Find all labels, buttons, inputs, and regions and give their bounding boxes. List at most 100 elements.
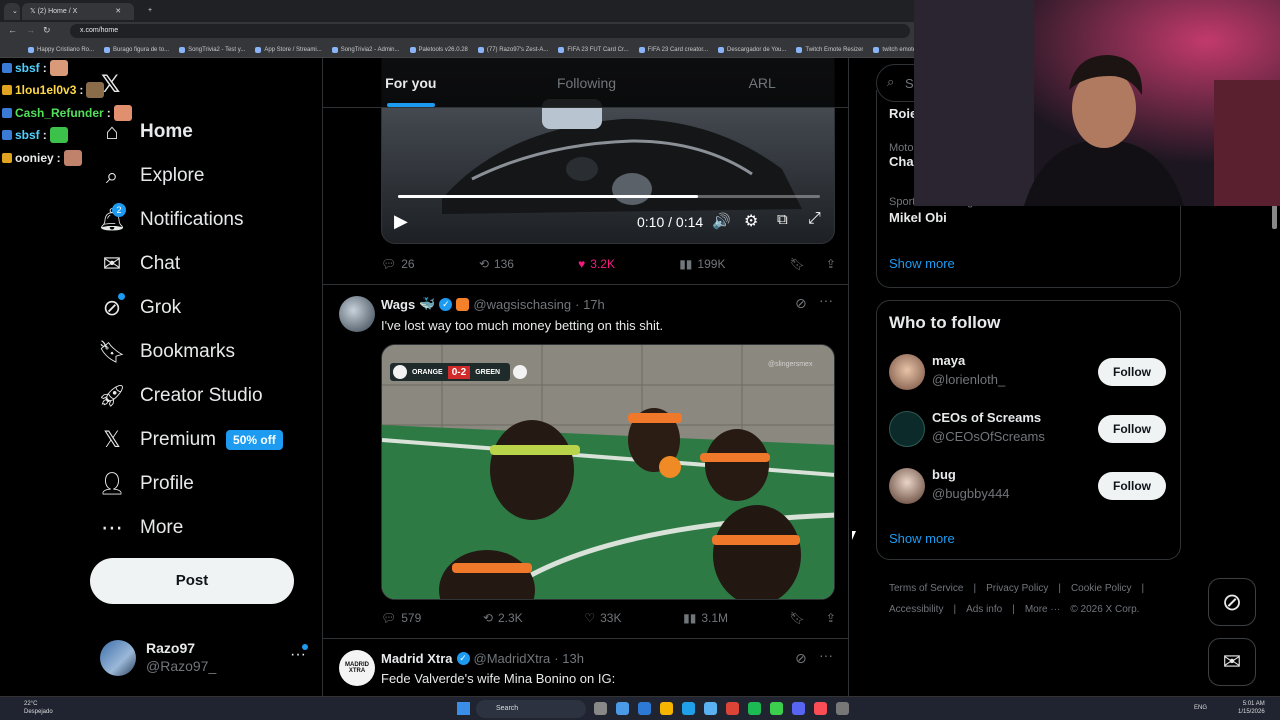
tab-arl[interactable]: ARL <box>674 58 848 107</box>
footer-link[interactable]: Accessibility <box>889 604 943 615</box>
play-icon[interactable]: ▶ <box>394 211 408 232</box>
footer-link[interactable]: Ads info <box>966 604 1002 615</box>
tray-lang[interactable]: ENG <box>1194 705 1207 711</box>
follow-button[interactable]: Follow <box>1098 472 1166 500</box>
sidebar-item-profile[interactable]: 👤︎ Profile <box>90 462 310 506</box>
mail-app-icon[interactable] <box>638 702 651 715</box>
author-handle[interactable]: @wagsischasing <box>473 297 571 312</box>
footer-link[interactable]: Terms of Service <box>889 583 963 594</box>
tweet-image[interactable]: ORANGE 0-2 GREEN @slingersmex <box>381 344 835 600</box>
avatar[interactable]: MADRID XTRA <box>339 650 375 686</box>
new-tab-button[interactable]: + <box>140 3 156 20</box>
sidebar-item-home[interactable]: ⌂ Home <box>90 110 310 154</box>
more-dots-icon[interactable]: ··· <box>819 292 833 308</box>
sidebar-item-notifications[interactable]: 🔔︎ 2 Notifications <box>90 198 310 242</box>
fullscreen-icon[interactable]: ⤢ <box>808 210 821 228</box>
tab-chevron[interactable]: ⌄ <box>4 3 20 20</box>
taskbar-search[interactable]: Search <box>476 700 586 718</box>
tab-for-you[interactable]: For you <box>323 58 499 107</box>
file-explorer-icon[interactable] <box>660 702 673 715</box>
video-progress-track[interactable] <box>398 195 820 198</box>
avatar[interactable] <box>339 296 375 332</box>
weather-widget[interactable]: 22°C Despejado <box>10 700 53 716</box>
scrollbar[interactable] <box>1272 205 1277 229</box>
author-name[interactable]: Madrid Xtra <box>381 651 453 666</box>
volume-icon[interactable]: 🔊 <box>712 212 731 230</box>
chrome-icon[interactable] <box>726 702 739 715</box>
obs-icon[interactable] <box>836 702 849 715</box>
like-button[interactable]: ♥ 3.2K <box>578 257 615 271</box>
bookmark-item[interactable]: FIFA 23 Card creator... <box>638 43 708 57</box>
sidebar-item-more[interactable]: ⋯ More <box>90 506 310 550</box>
windows-start-icon[interactable] <box>457 702 470 715</box>
follow-button[interactable]: Follow <box>1098 358 1166 386</box>
sidebar-item-explore[interactable]: ⌕ Explore <box>90 154 310 198</box>
messages-fab[interactable]: ✉ <box>1208 638 1256 686</box>
trend-item[interactable]: Moto Cha <box>889 142 914 169</box>
tweet-time[interactable]: · 17h <box>575 297 605 312</box>
spotify-icon[interactable] <box>748 702 761 715</box>
discord-icon[interactable] <box>792 702 805 715</box>
follow-button[interactable]: Follow <box>1098 415 1166 443</box>
footer-link[interactable]: Privacy Policy <box>986 583 1048 594</box>
task-view-icon[interactable] <box>594 702 607 715</box>
show-more-link[interactable]: Show more <box>889 256 955 271</box>
like-button[interactable]: ♡ 33K <box>584 611 621 625</box>
close-icon[interactable]: ✕ <box>115 8 121 15</box>
back-icon[interactable]: ← <box>8 25 17 35</box>
forward-icon[interactable]: → <box>26 25 35 35</box>
views-button[interactable]: ▮▮ 199K <box>679 257 725 271</box>
more-dots-icon[interactable]: ··· <box>819 647 833 663</box>
reload-icon[interactable]: ↻ <box>43 25 51 36</box>
bookmark-item[interactable]: Paletools v26.0.28 <box>409 43 468 57</box>
photos-icon[interactable] <box>704 702 717 715</box>
sidebar-item-bookmarks[interactable]: 🔖︎ Bookmarks <box>90 330 310 374</box>
grok-fab[interactable]: ⊘ <box>1208 578 1256 626</box>
trend-item[interactable]: Roie <box>889 106 917 121</box>
tray-clock[interactable]: 5:01 AM 1/15/2026 <box>1238 700 1265 716</box>
author-handle[interactable]: @MadridXtra <box>474 651 551 666</box>
views-button[interactable]: ▮▮ 3.1M <box>683 611 728 625</box>
footer-link[interactable]: Cookie Policy <box>1071 583 1132 594</box>
tweet-time[interactable]: · 13h <box>554 651 584 666</box>
bookmark-item[interactable]: Twitch Emote Resizer <box>796 43 863 57</box>
whatsapp-icon[interactable] <box>770 702 783 715</box>
bookmark-icon[interactable]: 🔖︎ <box>790 611 805 625</box>
footer-link[interactable]: More ··· <box>1025 604 1061 615</box>
bookmark-item[interactable]: FIFA 23 FUT Card Cr... <box>558 43 629 57</box>
account-switcher[interactable]: Razo97 @Razo97_ ··· <box>100 638 310 678</box>
post-button[interactable]: Post <box>90 558 294 604</box>
share-icon[interactable]: ⇪ <box>826 611 836 625</box>
store-icon[interactable] <box>682 702 695 715</box>
author-name[interactable]: Wags <box>381 297 415 312</box>
tab-following[interactable]: Following <box>499 58 675 107</box>
picture-in-picture-icon[interactable]: ⧉ <box>777 211 788 228</box>
tab-x-home[interactable]: 𝕏 (2) Home / X ✕ <box>22 3 134 20</box>
bookmark-item[interactable]: SongTrivia2 - Test y... <box>179 43 245 57</box>
repost-button[interactable]: ⟲ 136 <box>479 257 514 271</box>
show-more-link[interactable]: Show more <box>889 531 955 546</box>
sidebar-item-chat[interactable]: ✉ Chat <box>90 242 310 286</box>
bookmark-icon[interactable]: 🔖︎ <box>790 257 805 271</box>
sidebar-item-creator-studio[interactable]: 🚀︎ Creator Studio <box>90 374 310 418</box>
bookmark-item[interactable]: App Store / Streami... <box>255 43 322 57</box>
sidebar-item-premium[interactable]: 𝕏 Premium 50% off <box>90 418 310 462</box>
repost-button[interactable]: ⟲ 2.3K <box>483 611 523 625</box>
share-icon[interactable]: ⇪ <box>826 257 836 271</box>
music-icon[interactable] <box>814 702 827 715</box>
bookmark-item[interactable]: SongTrivia2 - Admin... <box>331 43 400 57</box>
edge-icon[interactable] <box>616 702 629 715</box>
bookmark-item[interactable]: Descargador de You... <box>718 43 786 57</box>
footer-link[interactable]: © 2026 X Corp. <box>1070 604 1139 615</box>
url-input[interactable]: x.com/home <box>70 24 910 38</box>
bookmark-item[interactable]: (77) Razo97's Zest-A... <box>477 43 548 57</box>
reply-button[interactable]: 💬︎ 26 <box>381 257 415 271</box>
grok-icon[interactable]: ⊘ <box>795 295 807 312</box>
grok-icon[interactable]: ⊘ <box>795 650 807 667</box>
bookmark-item[interactable]: Burago figura de to... <box>104 43 169 57</box>
settings-gear-icon[interactable]: ⚙ <box>744 211 758 231</box>
sidebar-item-grok[interactable]: ⊘ Grok <box>90 286 310 330</box>
bookmark-item[interactable]: Happy Cristiano Ro... <box>28 43 94 57</box>
reply-button[interactable]: 💬︎ 579 <box>381 611 421 625</box>
x-logo-icon[interactable]: 𝕏 <box>101 70 120 99</box>
